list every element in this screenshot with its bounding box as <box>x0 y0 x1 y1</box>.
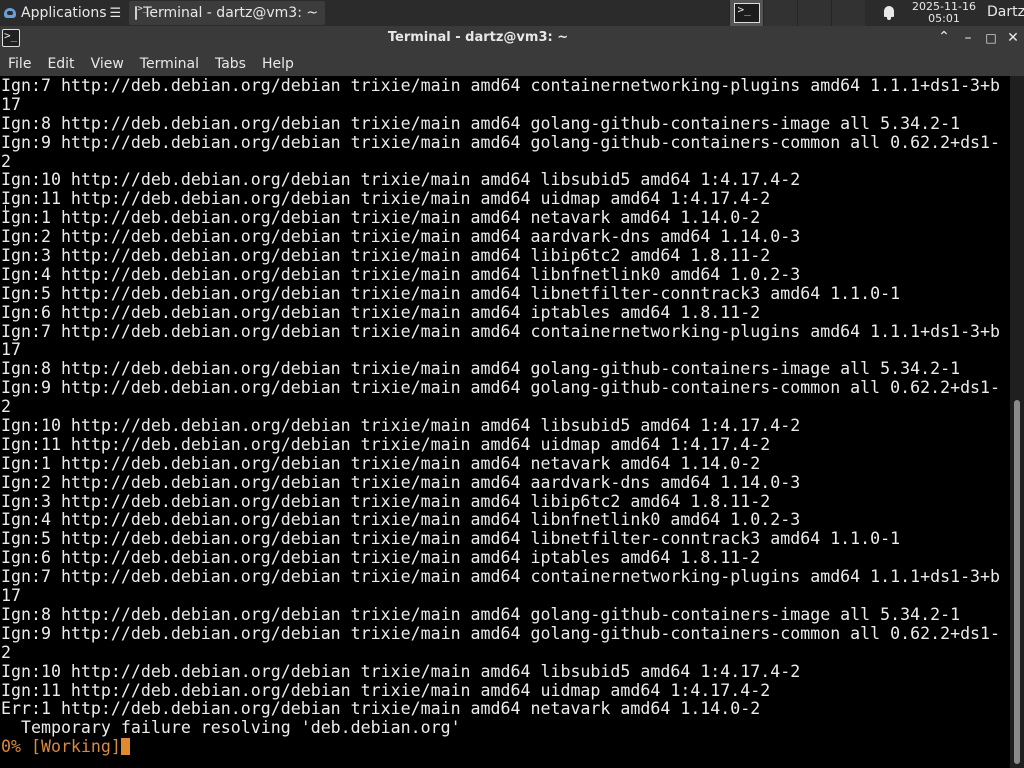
notification-bell-icon[interactable] <box>881 5 897 21</box>
terminal-line: Ign:7 http://deb.debian.org/debian trixi… <box>1 567 1001 587</box>
clock-time: 05:01 <box>928 12 960 25</box>
terminal-line: 2 <box>1 151 11 171</box>
user-menu[interactable]: Dartz <box>987 4 1024 20</box>
terminal-line: Ign:4 http://deb.debian.org/debian trixi… <box>1 510 801 530</box>
terminal-line: Ign:9 http://deb.debian.org/debian trixi… <box>1 132 1001 152</box>
workspace-1[interactable] <box>729 0 763 26</box>
terminal-line: 2 <box>1 397 11 417</box>
terminal-line: Err:1 http://deb.debian.org/debian trixi… <box>1 699 761 719</box>
taskbar-item-label: Terminal - dartz@vm3: ~ <box>143 5 319 21</box>
terminal-line: Ign:11 http://deb.debian.org/debian trix… <box>1 189 771 209</box>
maximize-button[interactable]: □ <box>983 30 999 46</box>
terminal-line: Ign:10 http://deb.debian.org/debian trix… <box>1 661 801 681</box>
terminal-line: 17 <box>1 586 21 606</box>
menu-file[interactable]: File <box>8 56 39 72</box>
terminal-line: Ign:1 http://deb.debian.org/debian trixi… <box>1 453 761 473</box>
terminal-line: Ign:5 http://deb.debian.org/debian trixi… <box>1 529 901 549</box>
terminal-lines: Ign:7 http://deb.debian.org/debian trixi… <box>1 76 1010 738</box>
terminal-line: Ign:2 http://deb.debian.org/debian trixi… <box>1 472 801 492</box>
menu-view[interactable]: View <box>91 56 132 72</box>
terminal-line: 17 <box>1 340 21 360</box>
terminal-line: Ign:10 http://deb.debian.org/debian trix… <box>1 416 801 436</box>
terminal-window-icon <box>733 3 760 23</box>
terminal-line: Ign:9 http://deb.debian.org/debian trixi… <box>1 623 1001 643</box>
terminal-line: Ign:6 http://deb.debian.org/debian trixi… <box>1 302 761 322</box>
terminal-line: Temporary failure resolving 'deb.debian.… <box>1 718 461 738</box>
roll-up-button[interactable]: ⌃ <box>936 29 952 45</box>
workspace-2[interactable] <box>763 0 797 26</box>
terminal-line: Ign:3 http://deb.debian.org/debian trixi… <box>1 246 771 266</box>
terminal-line: Ign:1 http://deb.debian.org/debian trixi… <box>1 208 761 228</box>
terminal-line: Ign:7 http://deb.debian.org/debian trixi… <box>1 76 1001 95</box>
clock[interactable]: 2025-11-16 05:01 <box>908 1 980 25</box>
menu-terminal[interactable]: Terminal <box>140 56 207 72</box>
terminal-line: Ign:8 http://deb.debian.org/debian trixi… <box>1 359 961 379</box>
minimize-button[interactable]: – <box>960 30 976 46</box>
terminal-line: Ign:8 http://deb.debian.org/debian trixi… <box>1 604 961 624</box>
terminal-line: Ign:9 http://deb.debian.org/debian trixi… <box>1 378 1001 398</box>
status-text: 0% [Working] <box>1 737 121 757</box>
mouse-ibeam-cursor-icon <box>5 205 11 221</box>
top-panel: Applications ☰ Terminal - dartz@vm3: ~ 2… <box>0 0 1024 26</box>
taskbar-item-terminal[interactable]: Terminal - dartz@vm3: ~ <box>129 1 326 25</box>
terminal-line: Ign:11 http://deb.debian.org/debian trix… <box>1 680 771 700</box>
menu-bar: File Edit View Terminal Tabs Help <box>0 51 1024 76</box>
terminal-line: Ign:2 http://deb.debian.org/debian trixi… <box>1 227 801 247</box>
applications-menu-button[interactable]: Applications ☰ <box>0 0 125 26</box>
menu-tabs[interactable]: Tabs <box>215 56 254 72</box>
menu-edit[interactable]: Edit <box>47 56 82 72</box>
terminal-icon <box>135 4 148 20</box>
menu-icon: ☰ <box>109 5 122 21</box>
terminal-line: 2 <box>1 642 11 662</box>
terminal-line: Ign:3 http://deb.debian.org/debian trixi… <box>1 491 771 511</box>
terminal-line: Ign:6 http://deb.debian.org/debian trixi… <box>1 548 761 568</box>
terminal-output[interactable]: Ign:7 http://deb.debian.org/debian trixi… <box>0 76 1010 768</box>
scrollbar-thumb[interactable] <box>1014 400 1020 764</box>
window-titlebar[interactable]: Terminal - dartz@vm3: ~ ⌃ – □ ✕ <box>0 26 1024 51</box>
terminal-line: Ign:11 http://deb.debian.org/debian trix… <box>1 434 771 454</box>
status-line: 0% [Working] <box>1 737 1010 757</box>
terminal-line: Ign:7 http://deb.debian.org/debian trixi… <box>1 321 1001 341</box>
terminal-line: 17 <box>1 94 21 114</box>
workspace-4[interactable] <box>831 0 865 26</box>
applications-label: Applications <box>21 5 107 21</box>
terminal-line: Ign:8 http://deb.debian.org/debian trixi… <box>1 113 961 133</box>
workspace-3[interactable] <box>797 0 831 26</box>
terminal-line: Ign:5 http://deb.debian.org/debian trixi… <box>1 283 901 303</box>
terminal-line: Ign:10 http://deb.debian.org/debian trix… <box>1 170 801 190</box>
close-button[interactable]: ✕ <box>1005 30 1021 46</box>
xfce-logo-icon <box>2 5 18 21</box>
menu-help[interactable]: Help <box>262 56 302 72</box>
text-cursor <box>120 738 130 756</box>
window-title: Terminal - dartz@vm3: ~ <box>387 30 569 45</box>
terminal-line: Ign:4 http://deb.debian.org/debian trixi… <box>1 264 801 284</box>
workspace-switcher <box>729 0 865 26</box>
